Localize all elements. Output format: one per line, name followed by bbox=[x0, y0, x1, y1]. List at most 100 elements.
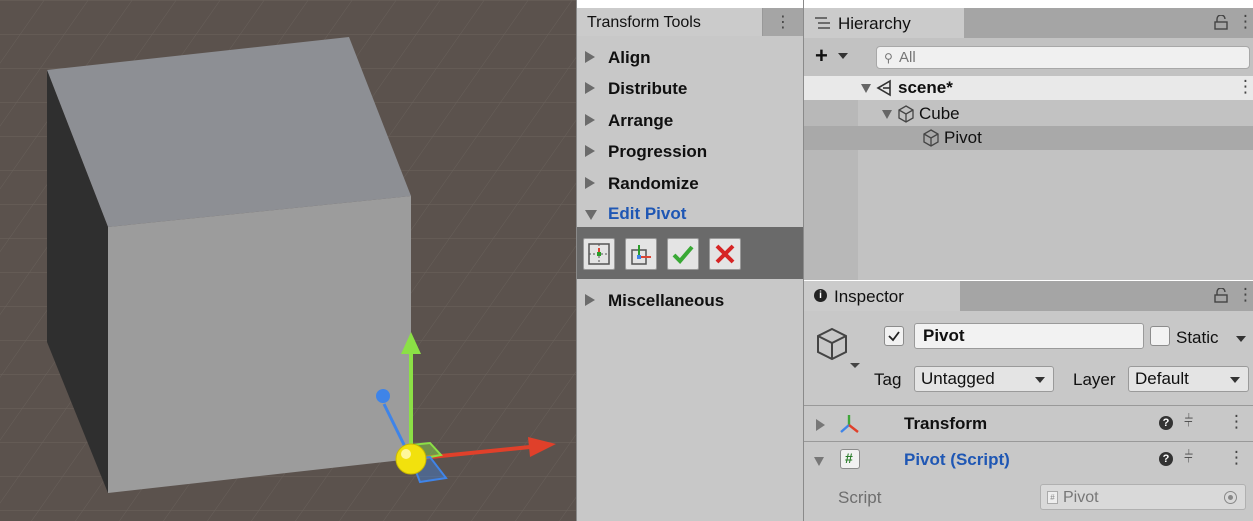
tab-label: Inspector bbox=[834, 287, 904, 306]
transform-icon bbox=[840, 415, 859, 433]
add-object-icon[interactable]: + bbox=[815, 45, 828, 67]
search-icon: ⚲ bbox=[884, 51, 893, 65]
tab-hierarchy[interactable]: Hierarchy bbox=[804, 8, 964, 38]
component-menu-icon[interactable]: ⋮ bbox=[1228, 412, 1245, 432]
static-label: Static bbox=[1176, 328, 1219, 347]
tab-inspector[interactable]: i Inspector bbox=[804, 281, 960, 311]
checkmark-icon bbox=[672, 245, 694, 264]
pivot-center-handle[interactable] bbox=[395, 443, 427, 475]
center-pivot-button[interactable] bbox=[583, 238, 615, 270]
foldout-label: Progression bbox=[608, 142, 708, 161]
tab-label: Hierarchy bbox=[838, 14, 911, 33]
edit-pivot-toolbar bbox=[577, 227, 803, 279]
tab-transform-tools[interactable]: Transform Tools bbox=[577, 8, 763, 36]
hierarchy-tree: scene* ⋮ Cube Pivot bbox=[804, 76, 1253, 280]
cube-front-face[interactable] bbox=[108, 196, 411, 493]
cube-top-face[interactable] bbox=[47, 37, 411, 227]
component-title: Pivot (Script) bbox=[904, 450, 1010, 469]
inspector-tab-bar: i Inspector ⋮ bbox=[804, 281, 1253, 311]
foldout-arrange[interactable]: Arrange bbox=[583, 107, 798, 135]
foldout-label: Align bbox=[608, 48, 651, 67]
help-icon[interactable]: ? bbox=[1159, 416, 1173, 430]
tag-label: Tag bbox=[874, 370, 902, 389]
lock-icon[interactable] bbox=[1214, 288, 1228, 303]
foldout-edit-pivot[interactable]: Edit Pivot bbox=[583, 200, 798, 228]
collapsed-arrow-icon bbox=[585, 114, 595, 126]
foldout-progression[interactable]: Progression bbox=[583, 138, 798, 166]
lock-icon[interactable] bbox=[1214, 15, 1228, 30]
component-separator bbox=[804, 405, 1253, 406]
layer-label: Layer bbox=[1073, 370, 1116, 389]
cancel-pivot-button[interactable] bbox=[709, 238, 741, 270]
component-pivot-script[interactable]: # Pivot (Script) ? ⫩ ⋮ bbox=[804, 443, 1253, 477]
expanded-arrow-icon bbox=[585, 210, 597, 220]
apply-pivot-button[interactable] bbox=[667, 238, 699, 270]
cube-icon bbox=[923, 129, 939, 147]
component-transform[interactable]: Transform ? ⫩ ⋮ bbox=[804, 407, 1253, 441]
tag-value: Untagged bbox=[921, 369, 995, 388]
scene-menu-icon[interactable]: ⋮ bbox=[1237, 77, 1253, 97]
foldout-label: Miscellaneous bbox=[608, 291, 725, 310]
collapsed-arrow-icon bbox=[585, 177, 595, 189]
settings-sliders-icon[interactable]: ⫩ bbox=[1184, 413, 1193, 431]
foldout-label: Edit Pivot bbox=[608, 204, 687, 223]
settings-sliders-icon[interactable]: ⫩ bbox=[1184, 449, 1193, 467]
inspector-menu-icon[interactable]: ⋮ bbox=[1237, 285, 1253, 305]
scene-canvas[interactable] bbox=[0, 0, 576, 521]
tree-row-scene[interactable]: scene* ⋮ bbox=[804, 76, 1253, 100]
info-icon: i bbox=[814, 289, 827, 302]
tree-row-label: scene* bbox=[898, 78, 953, 97]
expanded-arrow-icon[interactable] bbox=[861, 84, 871, 93]
help-icon[interactable]: ? bbox=[1159, 452, 1173, 466]
chevron-down-icon[interactable] bbox=[838, 53, 848, 59]
chevron-down-icon bbox=[1230, 377, 1240, 383]
list-icon bbox=[815, 17, 830, 29]
tree-row-cube[interactable]: Cube bbox=[804, 102, 1253, 126]
active-checkbox[interactable] bbox=[884, 326, 904, 346]
collapsed-arrow-icon bbox=[585, 294, 595, 306]
expanded-arrow-icon[interactable] bbox=[814, 457, 824, 466]
foldout-distribute[interactable]: Distribute bbox=[583, 75, 798, 103]
script-object-field: # Pivot bbox=[1040, 484, 1246, 510]
tools-tab-bar: Transform Tools ⋮ bbox=[577, 8, 803, 36]
expanded-arrow-icon[interactable] bbox=[882, 110, 892, 119]
collapsed-arrow-icon bbox=[585, 145, 595, 157]
pivot-center-icon bbox=[588, 243, 610, 265]
checkmark-icon bbox=[888, 331, 900, 342]
hierarchy-panel: Hierarchy ⋮ + ⚲ scene* ⋮ bbox=[804, 8, 1253, 280]
pivot-move-icon bbox=[631, 245, 651, 265]
cancel-x-icon bbox=[715, 244, 735, 264]
inspector-panel: i Inspector ⋮ Static Tag Untagged Layer … bbox=[804, 281, 1253, 521]
tree-row-pivot[interactable]: Pivot bbox=[804, 126, 1253, 150]
foldout-randomize[interactable]: Randomize bbox=[583, 170, 798, 198]
collapsed-arrow-icon[interactable] bbox=[816, 419, 825, 431]
pivot-highlight bbox=[401, 449, 411, 459]
object-picker-icon[interactable] bbox=[1224, 491, 1237, 504]
component-menu-icon[interactable]: ⋮ bbox=[1228, 448, 1245, 468]
transform-tools-panel: Transform Tools ⋮ Align Distribute Arran… bbox=[577, 8, 803, 521]
foldout-label: Arrange bbox=[608, 111, 674, 130]
hierarchy-toolbar: + ⚲ bbox=[804, 44, 1253, 72]
object-name-field[interactable] bbox=[914, 323, 1144, 349]
cube-icon bbox=[898, 105, 914, 123]
gameobject-icon[interactable] bbox=[816, 327, 864, 371]
component-separator bbox=[804, 441, 1253, 442]
search-input[interactable] bbox=[899, 48, 1239, 67]
tag-dropdown[interactable]: Untagged bbox=[914, 366, 1054, 392]
move-pivot-button[interactable] bbox=[625, 238, 657, 270]
static-dropdown-icon[interactable] bbox=[1236, 336, 1246, 342]
hierarchy-menu-icon[interactable]: ⋮ bbox=[1237, 12, 1253, 32]
hierarchy-search[interactable]: ⚲ bbox=[876, 46, 1250, 69]
z-axis-arrow[interactable] bbox=[376, 389, 390, 403]
tools-menu-icon[interactable]: ⋮ bbox=[775, 12, 791, 32]
foldout-align[interactable]: Align bbox=[583, 44, 798, 72]
hierarchy-tab-bar: Hierarchy ⋮ bbox=[804, 8, 1253, 38]
scene-view[interactable] bbox=[0, 0, 576, 521]
unity-scene-icon bbox=[876, 79, 891, 97]
chevron-down-icon bbox=[1035, 377, 1045, 383]
static-checkbox[interactable] bbox=[1150, 326, 1170, 346]
foldout-miscellaneous[interactable]: Miscellaneous bbox=[583, 287, 798, 315]
foldout-label: Distribute bbox=[608, 79, 688, 98]
layer-dropdown[interactable]: Default bbox=[1128, 366, 1249, 392]
script-icon[interactable]: # bbox=[840, 449, 860, 469]
